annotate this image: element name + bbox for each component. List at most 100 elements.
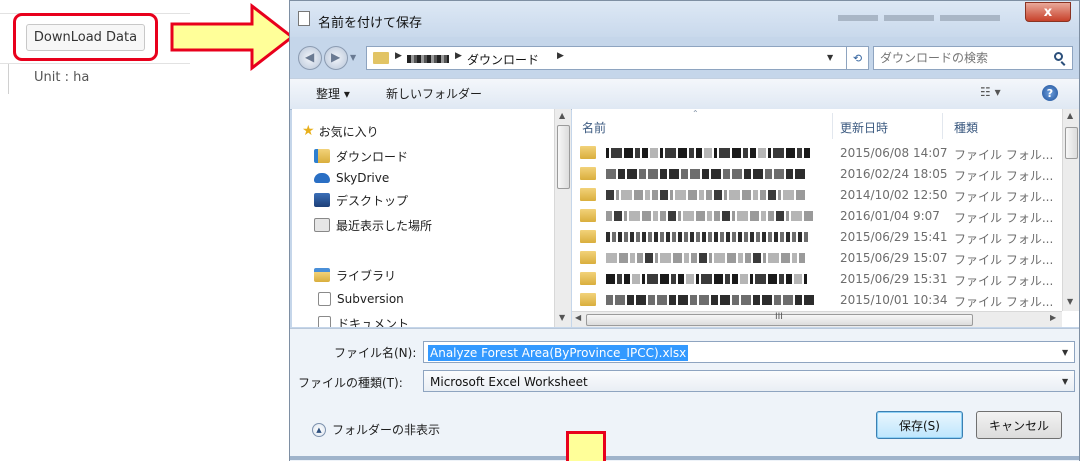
column-header-modified[interactable]: 更新日時 <box>840 119 888 136</box>
search-input[interactable] <box>880 50 1040 66</box>
breadcrumb-user-redacted[interactable] <box>407 55 449 63</box>
nav-item-label: ライブラリ <box>336 268 397 283</box>
folder-icon <box>580 167 596 180</box>
new-folder-button[interactable]: 新しいフォルダー <box>386 85 482 102</box>
table-row[interactable]: 2015/06/29 15:41 ファイル フォル... <box>572 227 1072 247</box>
address-bar[interactable]: ▶ ▶ ダウンロード ▶ ▼ <box>366 46 847 70</box>
star-icon: ★ <box>302 123 315 139</box>
breadcrumb-separator-icon[interactable]: ▶ <box>455 51 462 61</box>
chevron-down-icon[interactable]: ▼ <box>1062 348 1068 357</box>
collapse-icon: ▲ <box>312 422 326 437</box>
file-name-redacted[interactable] <box>606 253 826 263</box>
unit-label: Unit : ha <box>34 70 90 85</box>
nav-item-label: お気に入り <box>318 124 379 139</box>
file-modified-date: 2015/06/08 14:07 <box>840 146 948 160</box>
scrollbar-thumb[interactable]: III <box>586 312 973 326</box>
scrollbar-thumb[interactable] <box>557 125 570 189</box>
sort-up-icon: ⌃ <box>692 109 699 118</box>
nav-item-subversion[interactable]: Subversion <box>318 289 404 309</box>
file-name-redacted[interactable] <box>606 295 826 305</box>
help-button[interactable]: ? <box>1042 85 1058 101</box>
table-row[interactable]: 2015/10/01 10:34 ファイル フォル... <box>572 290 1072 310</box>
blurred-text-icon <box>838 15 1000 21</box>
documents-icon <box>318 316 331 327</box>
scroll-up-icon[interactable]: ▲ <box>559 111 565 120</box>
file-name-redacted[interactable] <box>606 169 826 179</box>
file-list-horizontal-scrollbar[interactable]: ◀ III ▶ <box>572 311 1062 327</box>
folder-icon <box>580 209 596 222</box>
scroll-up-icon[interactable]: ▲ <box>1067 111 1073 120</box>
nav-item-label: ダウンロード <box>336 149 409 164</box>
filename-value[interactable]: Analyze Forest Area(ByProvince_IPCC).xls… <box>428 345 689 361</box>
download-data-button[interactable]: DownLoad Data <box>26 24 145 51</box>
folder-icon <box>580 188 596 201</box>
filename-label: ファイル名(N): <box>334 346 417 360</box>
nav-pane-scrollbar[interactable]: ▲ ▼ <box>554 109 571 327</box>
scroll-down-icon[interactable]: ▼ <box>559 313 565 322</box>
filename-input[interactable]: Analyze Forest Area(ByProvince_IPCC).xls… <box>423 341 1075 363</box>
breadcrumb-separator-icon[interactable]: ▶ <box>557 51 564 61</box>
scroll-left-icon[interactable]: ◀ <box>575 313 581 322</box>
table-row[interactable]: 2014/10/02 12:50 ファイル フォル... <box>572 185 1072 205</box>
folder-icon <box>580 230 596 243</box>
back-button[interactable]: ◀ <box>298 46 322 70</box>
table-row[interactable]: 2016/01/04 9:07 ファイル フォル... <box>572 206 1072 226</box>
nav-item-desktop[interactable]: デスクトップ <box>314 190 408 210</box>
file-name-redacted[interactable] <box>606 148 826 158</box>
table-row[interactable]: 2016/02/24 18:05 ファイル フォル... <box>572 164 1072 184</box>
breadcrumb-separator-icon[interactable]: ▶ <box>395 51 402 61</box>
cloud-icon <box>314 173 330 183</box>
file-modified-date: 2015/10/01 10:34 <box>840 293 948 307</box>
nav-item-favorites[interactable]: ★ お気に入り <box>302 121 379 141</box>
column-header-name[interactable]: 名前 <box>582 119 606 136</box>
file-type: ファイル フォル... <box>954 274 1054 288</box>
download-highlight-box: DownLoad Data <box>13 13 158 61</box>
table-row[interactable]: 2015/06/08 14:07 ファイル フォル... <box>572 143 1072 163</box>
nav-item-skydrive[interactable]: SkyDrive <box>314 168 389 188</box>
file-modified-date: 2015/06/29 15:07 <box>840 251 948 265</box>
file-name-redacted[interactable] <box>606 274 826 284</box>
search-icon[interactable] <box>1054 52 1063 61</box>
nav-item-downloads[interactable]: ダウンロード <box>314 146 408 166</box>
table-row[interactable]: 2015/06/29 15:31 ファイル フォル... <box>572 269 1072 289</box>
search-box[interactable] <box>873 46 1073 70</box>
folder-icon <box>580 146 596 159</box>
nav-item-label: ドキュメント <box>337 316 410 328</box>
address-dropdown-icon[interactable]: ▼ <box>827 53 833 62</box>
nav-item-libraries[interactable]: ライブラリ <box>314 265 396 285</box>
file-modified-date: 2015/06/29 15:31 <box>840 272 948 286</box>
save-button[interactable]: 保存(S) <box>876 411 963 439</box>
chevron-down-icon[interactable]: ▼ <box>1062 377 1068 386</box>
view-options-button[interactable]: ☷ ▾ <box>980 85 1001 99</box>
filetype-select[interactable]: Microsoft Excel Worksheet ▼ <box>423 370 1075 392</box>
file-name-redacted[interactable] <box>606 211 826 221</box>
file-type: ファイル フォル... <box>954 232 1054 246</box>
file-name-redacted[interactable] <box>606 190 826 200</box>
folder-icon <box>580 272 596 285</box>
refresh-button[interactable]: ⟲ <box>847 46 869 70</box>
column-divider[interactable] <box>832 113 833 139</box>
nav-item-documents[interactable]: ドキュメント <box>318 313 409 327</box>
cancel-button[interactable]: キャンセル <box>976 411 1062 439</box>
file-modified-date: 2016/01/04 9:07 <box>840 209 940 223</box>
organize-button[interactable]: 整理 ▾ <box>316 85 350 102</box>
scroll-right-icon[interactable]: ▶ <box>1050 313 1056 322</box>
filetype-value: Microsoft Excel Worksheet <box>430 375 588 389</box>
table-row[interactable]: 2015/06/29 15:07 ファイル フォル... <box>572 248 1072 268</box>
column-header-type[interactable]: 種類 <box>954 119 978 136</box>
scrollbar-thumb[interactable] <box>1065 127 1078 159</box>
forward-button[interactable]: ▶ <box>324 46 348 70</box>
nav-item-label: Subversion <box>337 292 404 306</box>
file-name-redacted[interactable] <box>606 232 826 242</box>
scroll-down-icon[interactable]: ▼ <box>1067 297 1073 306</box>
history-dropdown-icon[interactable]: ▼ <box>350 53 356 62</box>
column-divider[interactable] <box>942 113 943 139</box>
back-arrow-icon: ◀ <box>305 50 315 64</box>
nav-item-recent-places[interactable]: 最近表示した場所 <box>314 215 432 235</box>
file-list-vertical-scrollbar[interactable]: ▲ ▼ <box>1062 109 1079 311</box>
file-type: ファイル フォル... <box>954 169 1054 183</box>
close-button[interactable]: x <box>1025 2 1071 22</box>
hide-folders-toggle[interactable]: ▲ フォルダーの非表示 <box>312 421 440 438</box>
divider <box>8 64 9 94</box>
breadcrumb-downloads[interactable]: ダウンロード <box>467 51 539 68</box>
